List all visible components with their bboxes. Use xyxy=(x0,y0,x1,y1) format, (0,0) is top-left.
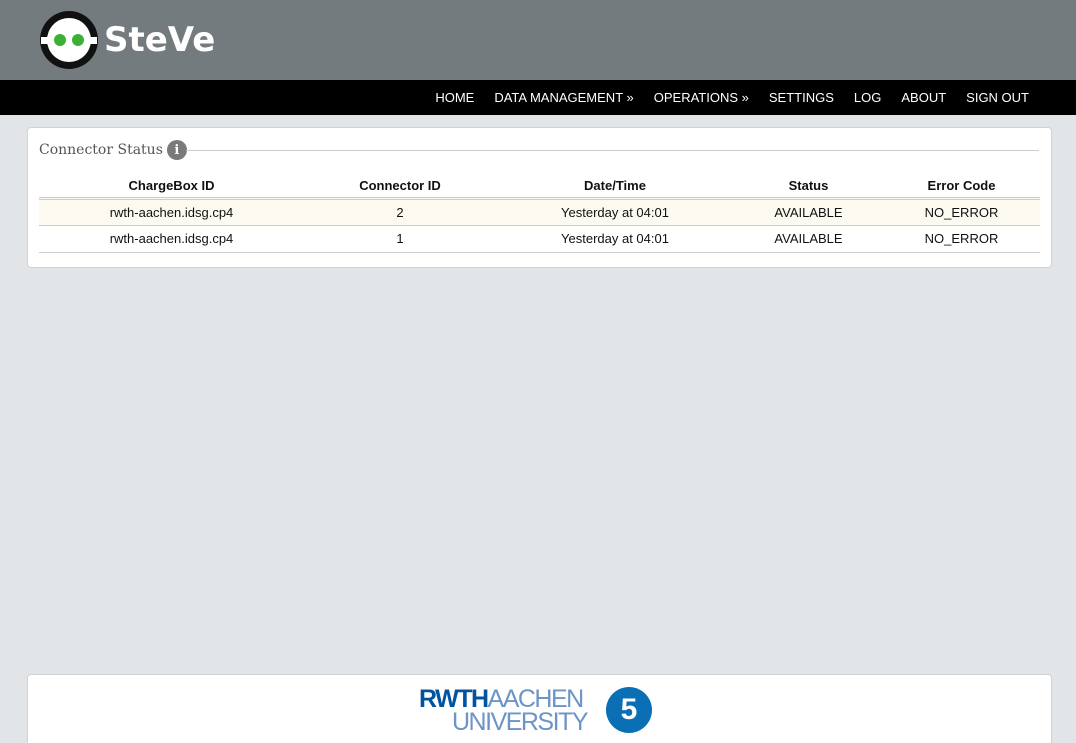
nav-sign-out[interactable]: SIGN OUT xyxy=(966,90,1029,105)
table-row: rwth-aachen.idsg.cp4 1 Yesterday at 04:0… xyxy=(39,225,1040,253)
column-header-error-code[interactable]: Error Code xyxy=(883,174,1040,200)
rwth-aachen-logo[interactable]: RWTH AACHEN UNIVERSITY xyxy=(419,687,589,735)
cell-connector-id: 2 xyxy=(304,198,496,226)
info-icon[interactable]: i xyxy=(166,140,187,160)
main-nav: HOME DATA MANAGEMENT » OPERATIONS » SETT… xyxy=(415,80,1029,115)
column-header-connector-id[interactable]: Connector ID xyxy=(304,174,496,200)
app-name: SteVe xyxy=(104,20,216,60)
nav-settings[interactable]: SETTINGS xyxy=(769,90,834,105)
steve-logo[interactable]: SteVe xyxy=(40,10,215,70)
nav-about[interactable]: ABOUT xyxy=(901,90,946,105)
cell-connector-id: 1 xyxy=(304,225,496,253)
header: SteVe xyxy=(0,0,1076,80)
cell-error-code: NO_ERROR xyxy=(883,198,1040,226)
panel-title: Connector Status xyxy=(39,142,163,158)
cell-date-time: Yesterday at 04:01 xyxy=(496,225,734,253)
column-header-chargebox-id[interactable]: ChargeBox ID xyxy=(39,174,304,200)
cell-error-code: NO_ERROR xyxy=(883,225,1040,253)
panel-title-row: Connector Status i xyxy=(39,140,187,160)
navbar: HOME DATA MANAGEMENT » OPERATIONS » SETT… xyxy=(0,80,1076,115)
nav-log[interactable]: LOG xyxy=(854,90,881,105)
cell-chargebox-id[interactable]: rwth-aachen.idsg.cp4 xyxy=(39,198,304,226)
robot-face-icon xyxy=(40,11,98,69)
cell-status: AVAILABLE xyxy=(734,198,883,226)
i5-badge-number: 5 xyxy=(620,693,638,726)
nav-operations[interactable]: OPERATIONS » xyxy=(654,90,749,105)
column-header-date-time[interactable]: Date/Time xyxy=(496,174,734,200)
connector-status-table: ChargeBox ID Connector ID Date/Time Stat… xyxy=(39,174,1040,253)
table-header-row: ChargeBox ID Connector ID Date/Time Stat… xyxy=(39,174,1040,200)
connector-status-panel: Connector Status i ChargeBox ID Connecto… xyxy=(27,127,1052,268)
cell-chargebox-id[interactable]: rwth-aachen.idsg.cp4 xyxy=(39,225,304,253)
title-divider xyxy=(186,150,1039,151)
i5-badge-icon[interactable]: 5 xyxy=(606,687,652,733)
footer: RWTH AACHEN UNIVERSITY 5 xyxy=(27,674,1052,743)
cell-status: AVAILABLE xyxy=(734,225,883,253)
logo-university-text: UNIVERSITY xyxy=(451,708,589,736)
table-row: rwth-aachen.idsg.cp4 2 Yesterday at 04:0… xyxy=(39,198,1040,226)
nav-home[interactable]: HOME xyxy=(435,90,474,105)
cell-date-time: Yesterday at 04:01 xyxy=(496,198,734,226)
column-header-status[interactable]: Status xyxy=(734,174,883,200)
nav-data-management[interactable]: DATA MANAGEMENT » xyxy=(494,90,633,105)
